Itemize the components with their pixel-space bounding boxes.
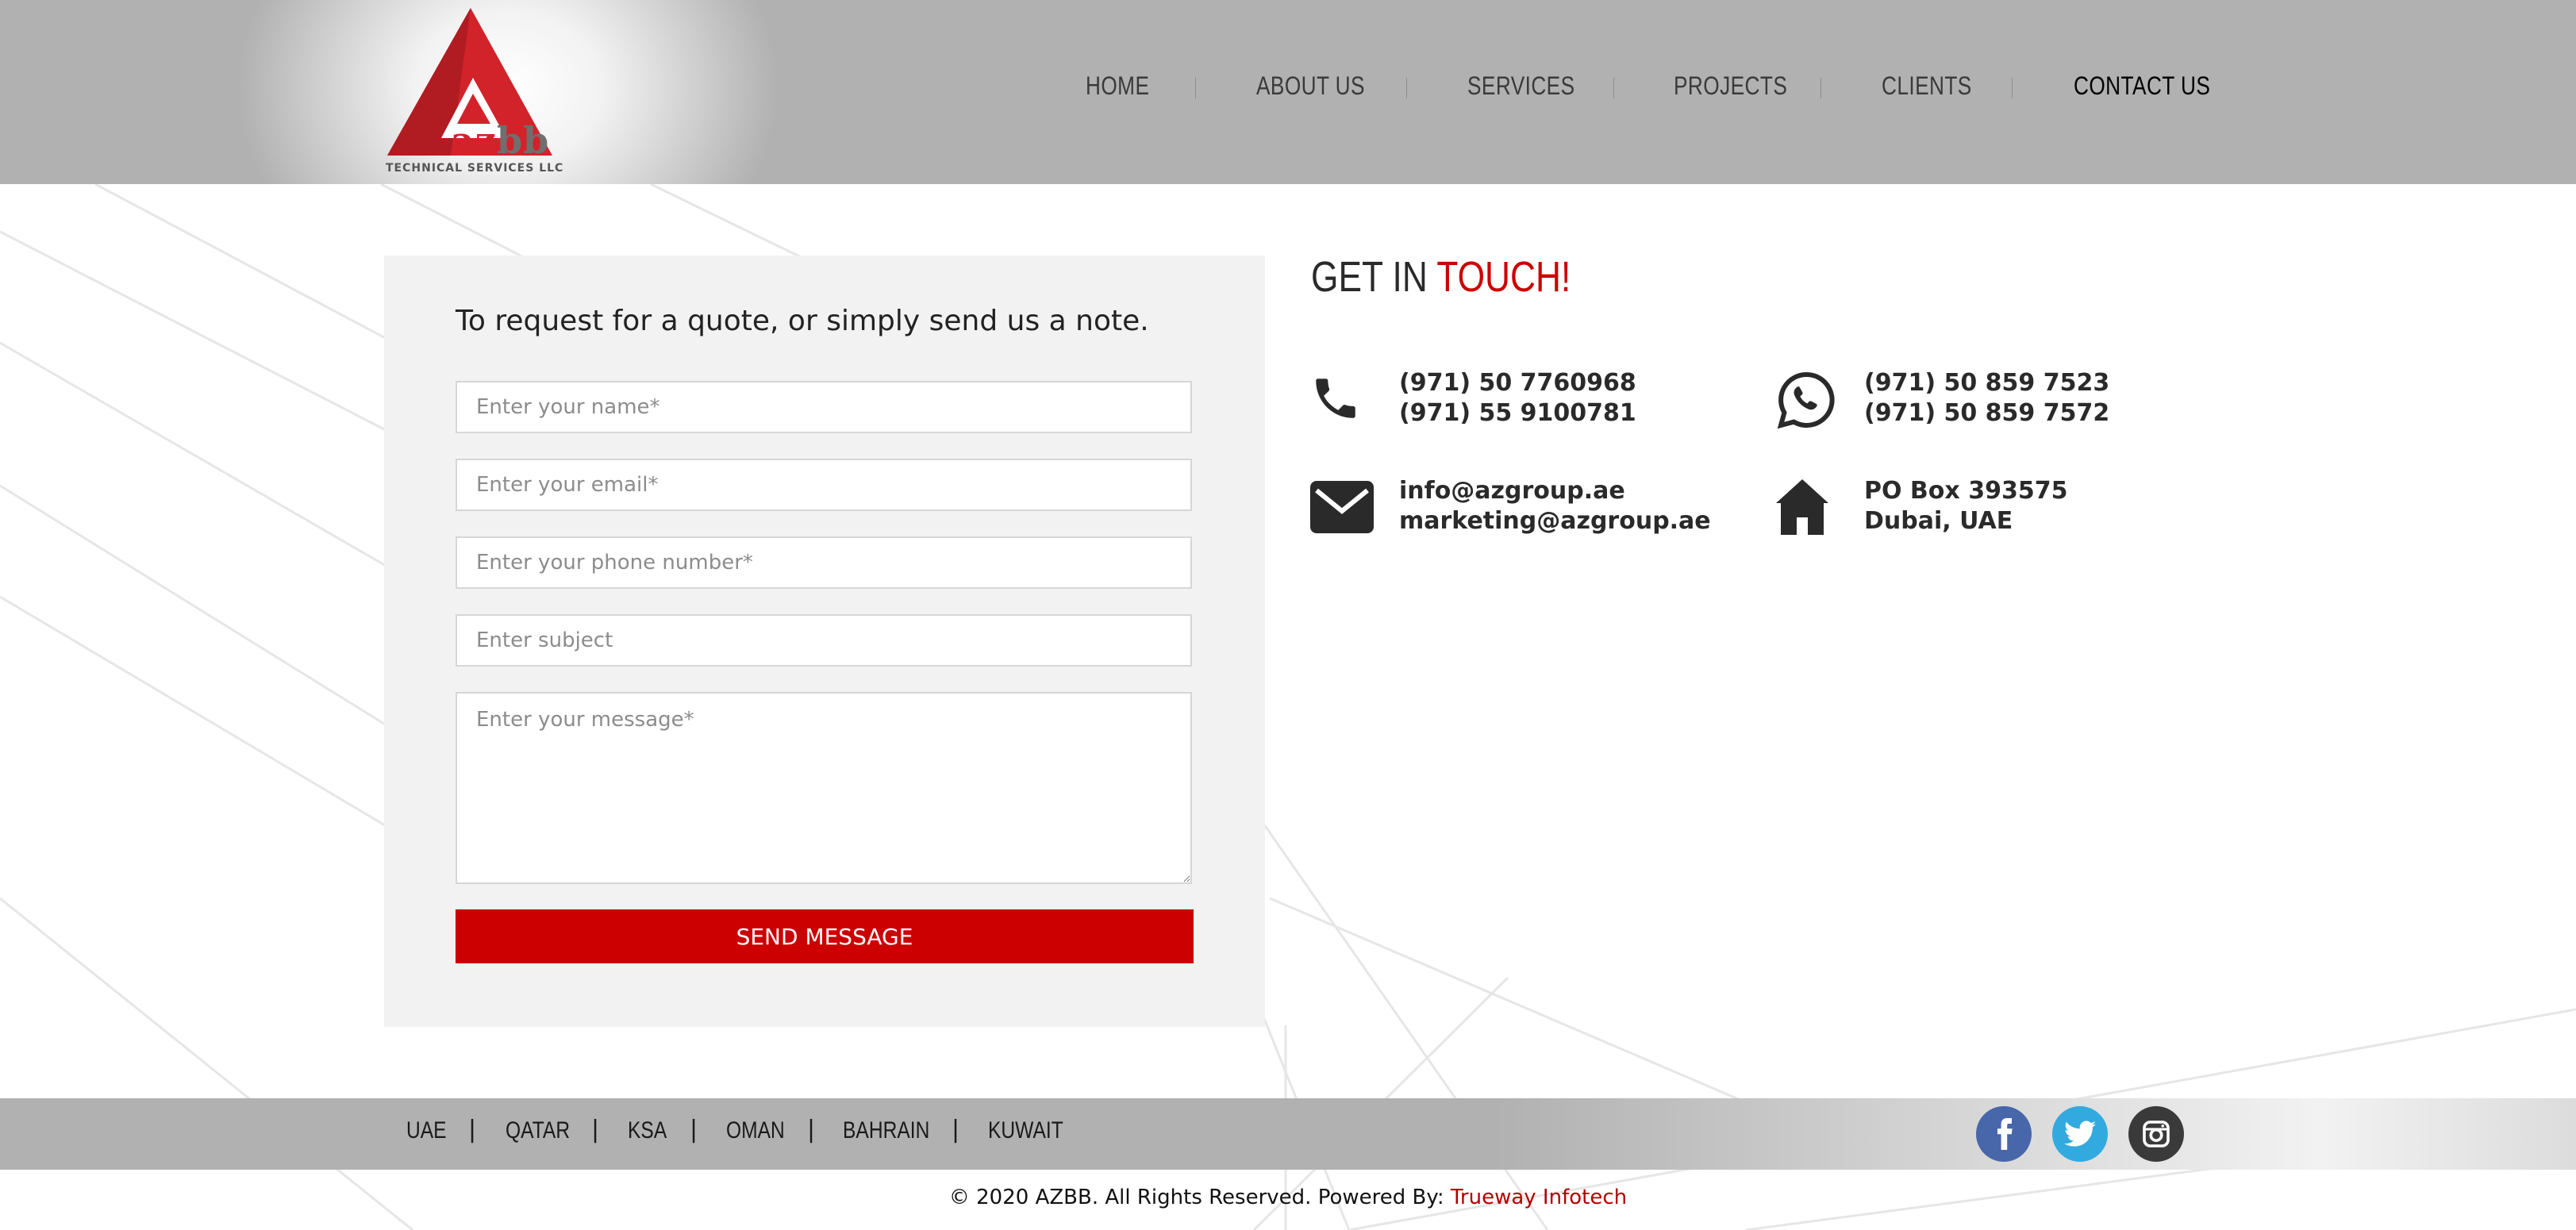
- country-separator: |: [690, 1116, 698, 1144]
- country-bahrain[interactable]: BAHRAIN: [843, 1117, 929, 1144]
- phone-numbers: (971) 50 7760968 (971) 55 9100781: [1399, 368, 1636, 429]
- email-line-1[interactable]: info@azgroup.ae: [1399, 476, 1711, 506]
- phone-field[interactable]: [456, 536, 1192, 589]
- address-line-1: PO Box 393575: [1864, 477, 2068, 505]
- country-ksa[interactable]: KSA: [628, 1117, 667, 1144]
- email-field[interactable]: [456, 459, 1192, 511]
- whatsapp-numbers: (971) 50 859 7523 (971) 50 859 7572: [1864, 368, 2109, 429]
- whatsapp-icon: [1777, 371, 1835, 429]
- phone-icon: [1316, 379, 1355, 418]
- subject-field[interactable]: [456, 614, 1192, 667]
- copyright-text: © 2020 AZBB. All Rights Reserved. Powere…: [0, 1186, 2576, 1209]
- country-oman[interactable]: OMAN: [726, 1117, 785, 1144]
- email-addresses: info@azgroup.ae marketing@azgroup.ae: [1399, 476, 1711, 536]
- email-line-2[interactable]: marketing@azgroup.ae: [1399, 506, 1711, 536]
- site-header: azbb TECHNICAL SERVICES LLC HOME ABOUT U…: [0, 0, 2576, 184]
- country-qatar[interactable]: QATAR: [506, 1117, 570, 1144]
- logo-wordmark: azbb: [451, 119, 550, 162]
- nav-divider: [1406, 78, 1407, 98]
- name-field[interactable]: [456, 381, 1192, 433]
- whatsapp-line-1[interactable]: (971) 50 859 7523: [1864, 368, 2109, 398]
- address: PO Box 393575 Dubai, UAE: [1864, 476, 2067, 536]
- nav-home[interactable]: HOME: [1086, 71, 1149, 101]
- facebook-icon[interactable]: [1976, 1106, 2032, 1162]
- nav-divider: [2012, 78, 2013, 98]
- home-icon: [1776, 479, 1828, 535]
- whatsapp-line-2[interactable]: (971) 50 859 7572: [1864, 398, 2109, 429]
- powered-by-link[interactable]: Trueway Infotech: [1451, 1186, 1627, 1209]
- contact-title: GET IN TOUCH!: [1311, 253, 1571, 301]
- nav-about-us[interactable]: ABOUT US: [1256, 71, 1365, 101]
- nav-clients[interactable]: CLIENTS: [1882, 71, 1972, 101]
- contact-form-panel: To request for a quote, or simply send u…: [384, 256, 1265, 1027]
- country-kuwait[interactable]: KUWAIT: [988, 1117, 1063, 1144]
- instagram-icon[interactable]: [2128, 1106, 2184, 1162]
- form-heading: To request for a quote, or simply send u…: [456, 305, 1149, 337]
- nav-contact-us[interactable]: CONTACT US: [2074, 71, 2210, 101]
- country-separator: |: [807, 1116, 816, 1144]
- nav-divider: [1613, 78, 1614, 98]
- country-separator: |: [952, 1116, 960, 1144]
- nav-divider: [1195, 78, 1196, 98]
- address-line-2: Dubai, UAE: [1864, 507, 2013, 535]
- envelope-icon: [1310, 481, 1374, 533]
- phone-line-2[interactable]: (971) 55 9100781: [1399, 398, 1636, 429]
- logo-subtitle: TECHNICAL SERVICES LLC: [386, 162, 564, 175]
- country-separator: |: [468, 1116, 477, 1144]
- country-separator: |: [591, 1116, 600, 1144]
- country-uae[interactable]: UAE: [406, 1117, 447, 1144]
- azbb-logo[interactable]: azbb TECHNICAL SERVICES LLC: [379, 5, 564, 179]
- nav-services[interactable]: SERVICES: [1467, 71, 1575, 101]
- phone-line-1[interactable]: (971) 50 7760968: [1399, 368, 1636, 398]
- copyright-prefix: © 2020 AZBB. All Rights Reserved. Powere…: [948, 1186, 1444, 1209]
- footer-bar: UAE | QATAR | KSA | OMAN | BAHRAIN | KUW…: [0, 1098, 2576, 1170]
- send-message-button[interactable]: SEND MESSAGE: [456, 909, 1194, 963]
- nav-projects[interactable]: PROJECTS: [1674, 71, 1787, 101]
- message-field[interactable]: [456, 692, 1192, 884]
- twitter-icon[interactable]: [2052, 1106, 2108, 1162]
